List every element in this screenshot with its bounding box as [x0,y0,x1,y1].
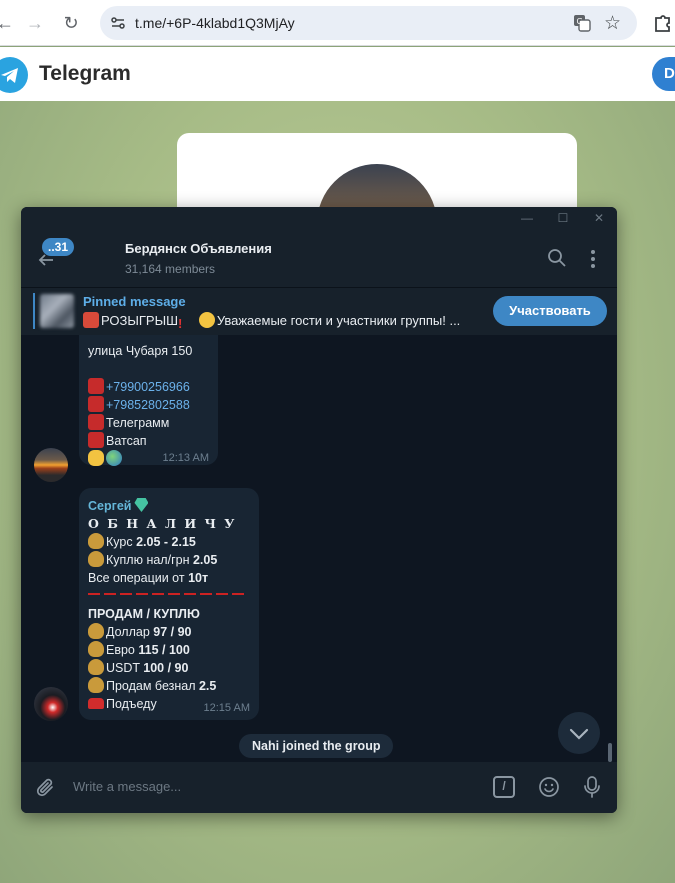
gem-emoji-icon [134,498,149,512]
scrollbar-thumb[interactable] [608,743,612,762]
emoji-smile-icon[interactable] [538,776,560,798]
download-button[interactable]: D [652,57,675,91]
pinned-text: РОЗЫГРЫШ! Уважаемые гости и участники гр… [83,312,481,332]
thumbs-up-emoji-icon [88,450,104,466]
microphone-icon[interactable] [583,775,601,799]
message-line: Телеграмм [88,414,169,432]
telegram-brand: Telegram [39,62,131,85]
reload-icon[interactable]: ↻ [58,10,84,36]
money-bag-emoji-icon [88,623,104,639]
scroll-down-button[interactable] [558,712,600,754]
car-emoji-icon [88,698,104,709]
message-line [88,450,124,468]
attach-paperclip-icon[interactable] [35,777,57,799]
message-input[interactable]: Write a message... [73,779,181,794]
pinned-indicator [33,293,35,329]
money-bag-emoji-icon [88,677,104,693]
money-bag-emoji-icon [88,659,104,675]
sender-avatar[interactable] [34,448,68,482]
system-message: Nahi joined the group [239,734,394,758]
telephone-emoji-icon [88,432,104,448]
chat-title[interactable]: Бердянск Объявления [125,241,272,256]
site-settings-icon[interactable] [110,15,126,31]
globe-emoji-icon [106,450,122,466]
telephone-emoji-icon [88,396,104,412]
message-headline: О Б Н А Л И Ч У [88,516,237,531]
minimize-icon[interactable]: — [518,211,536,227]
message-bubble[interactable]: улица Чубаря 150 +79900256966 +798528025… [79,335,218,468]
waving-hand-emoji-icon [198,312,215,328]
price-line: USDT 100 / 90 [88,659,188,677]
telegram-logo-icon [0,57,28,93]
money-bag-emoji-icon [88,641,104,657]
gift-emoji-icon [83,312,99,328]
phone-link[interactable]: +79852802588 [88,396,190,414]
message-line: Подъеду [88,695,157,713]
sender-name[interactable]: Сергей [88,497,149,515]
message-list: улица Чубаря 150 +79900256966 +798528025… [21,335,617,762]
price-line: Доллар 97 / 90 [88,623,191,641]
participate-button[interactable]: Участвовать [493,296,607,326]
pinned-thumbnail [40,294,74,328]
money-bag-emoji-icon [88,551,104,567]
message-section-title: ПРОДАМ / КУПЛЮ [88,607,200,621]
translate-icon[interactable]: G [573,14,591,32]
forward-arrow-icon[interactable]: → [22,10,48,36]
url-text[interactable]: t.me/+6P-4klabd1Q3MjAy [135,15,295,31]
message-line: Куплю нал/грн 2.05 [88,551,217,569]
telegram-desktop-window: — ☐ ✕ ..31 Бердянск Объявления 31,164 me… [21,207,617,813]
sender-avatar[interactable] [34,687,68,721]
phone-link[interactable]: +79900256966 [88,378,190,396]
telegram-web-header: Telegram D [0,47,675,101]
price-line: Евро 115 / 100 [88,641,190,659]
message-line: улица Чубаря 150 [88,344,193,358]
back-arrow-icon[interactable]: ← [0,10,18,36]
extensions-puzzle-icon[interactable] [652,12,674,34]
close-icon[interactable]: ✕ [590,211,608,227]
message-time: 12:15 AM [203,702,250,714]
exclamation-emoji-icon: ! [178,316,183,331]
members-count: 31,164 members [125,262,216,276]
message-time: 12:13 AM [162,452,209,464]
message-line: Ватсап [88,432,147,450]
divider-line [88,593,246,595]
price-line: Продам безнал 2.5 [88,677,216,695]
telephone-emoji-icon [88,414,104,430]
browser-toolbar: ← → ↻ t.me/+6P-4klabd1Q3MjAy G ☆ [0,0,675,46]
more-vertical-icon[interactable] [587,248,599,270]
address-bar[interactable]: t.me/+6P-4klabd1Q3MjAy G ☆ [100,6,637,40]
svg-text:G: G [577,17,583,26]
search-icon[interactable] [547,248,567,268]
unread-badge: ..31 [42,238,75,256]
chat-header: ..31 Бердянск Объявления 31,164 members [21,231,617,287]
window-titlebar: — ☐ ✕ [21,207,617,231]
chevron-down-icon [569,728,589,740]
message-line: Курс 2.05 - 2.15 [88,533,196,551]
pinned-title: Pinned message [83,294,186,309]
bot-commands-icon[interactable]: / [493,776,515,798]
money-bag-emoji-icon [88,533,104,549]
bookmark-star-icon[interactable]: ☆ [604,12,621,35]
telephone-emoji-icon [88,378,104,394]
message-composer: Write a message... / [21,762,617,813]
message-bubble[interactable]: Сергей О Б Н А Л И Ч У Курс 2.05 - 2.15 … [79,488,259,720]
message-line: Все операции от 10т [88,571,209,585]
pinned-message-bar[interactable]: Pinned message РОЗЫГРЫШ! Уважаемые гости… [21,287,617,335]
maximize-icon[interactable]: ☐ [554,211,572,227]
